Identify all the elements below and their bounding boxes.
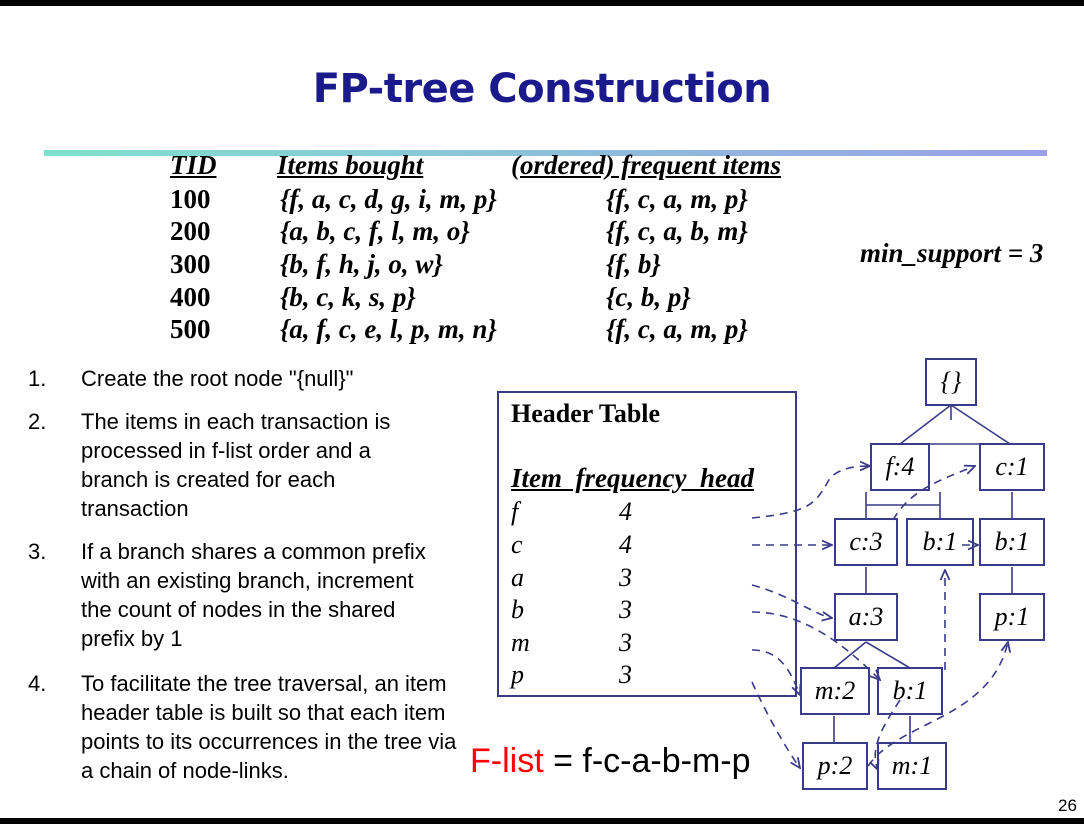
tree-node-m: m:2	[800, 667, 870, 715]
tree-node-b: b:1	[906, 518, 974, 566]
tree-node-p: p:1	[979, 593, 1045, 641]
bottom-border	[0, 818, 1084, 824]
node-link-a	[751, 584, 832, 618]
tree-node-b: b:1	[877, 667, 943, 715]
tree-node-b: b:1	[979, 518, 1045, 566]
tree-edge	[865, 641, 911, 669]
node-link-f	[751, 466, 870, 519]
page-number: 26	[1058, 796, 1077, 815]
tree-root-node: {}	[925, 358, 977, 406]
flist-label: F-list = f-c-a-b-m-p	[470, 742, 751, 781]
tree-node-p: p:2	[802, 742, 868, 790]
tree-node-c: c:3	[834, 518, 898, 566]
node-link-p	[751, 681, 800, 768]
tree-node-a: a:3	[834, 593, 898, 641]
tree-edge	[950, 404, 1011, 445]
tree-node-c: c:1	[979, 443, 1045, 491]
tree-node-f: f:4	[870, 443, 930, 491]
tree-edge	[833, 641, 867, 669]
tree-node-m: m:1	[877, 742, 947, 790]
flist-value: = f-c-a-b-m-p	[553, 742, 751, 780]
node-link-m	[751, 649, 800, 695]
tree-edge	[899, 404, 952, 445]
flist-name: F-list	[470, 742, 544, 780]
